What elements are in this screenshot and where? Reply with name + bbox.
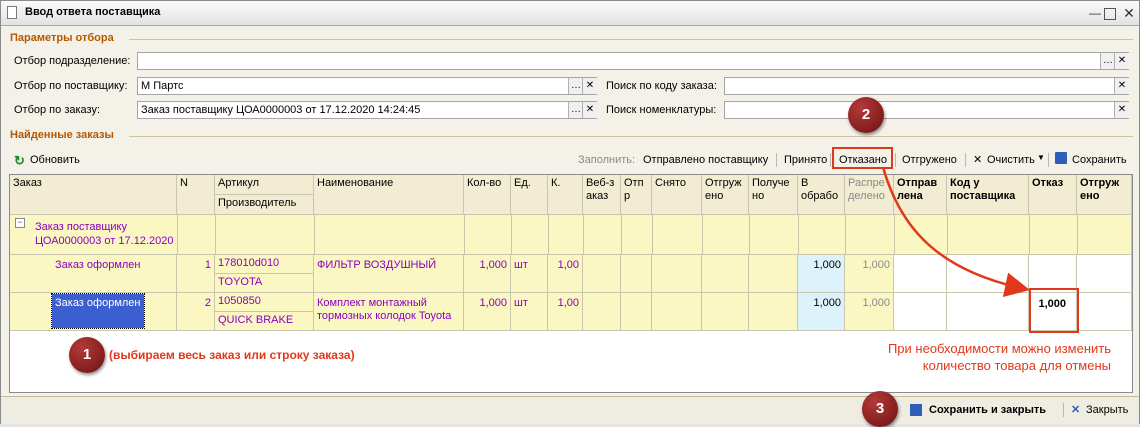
close-button[interactable]: Закрыть [1086, 404, 1128, 416]
save-and-close-button[interactable]: Сохранить и закрыть [929, 404, 1046, 416]
note-select-order: (выбираем весь заказ или строку заказа) [109, 348, 355, 362]
footer-separator [1063, 403, 1064, 417]
app-window: Ввод ответа поставщика — ✕ Параметры отб… [0, 0, 1140, 427]
note-change-quantity-line2: количество товара для отмены [922, 358, 1111, 373]
callout-badge-3: 3 [862, 391, 898, 427]
callout-badge-1: 1 [69, 337, 105, 373]
close-x-icon[interactable]: ✕ [1071, 403, 1080, 416]
note-change-quantity-line1: При необходимости можно изменить [887, 341, 1111, 356]
save-close-disk-icon[interactable] [910, 404, 922, 416]
